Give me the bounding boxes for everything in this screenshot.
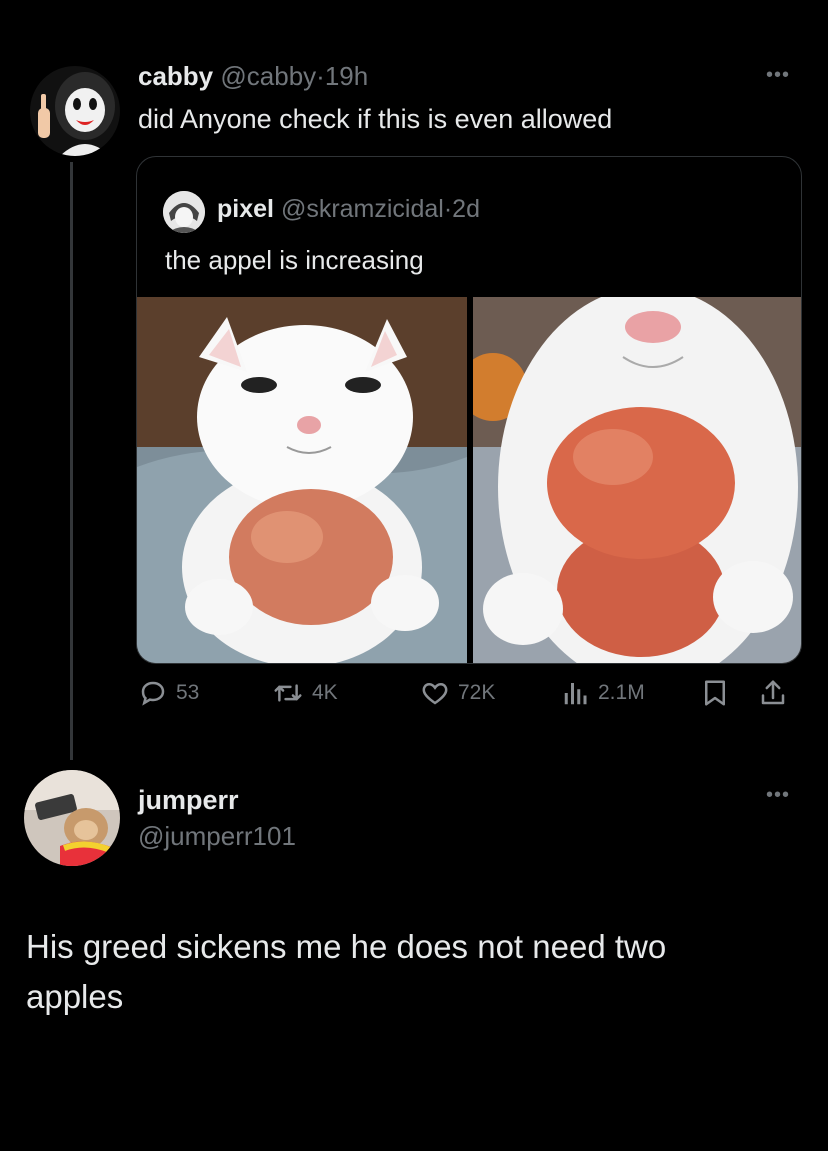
quoted-tweet-media: [137, 297, 801, 663]
reply-tweet-header: cabby @cabby·19h: [138, 60, 368, 92]
avatar-pixel[interactable]: [163, 191, 205, 233]
views-button[interactable]: 2.1M: [562, 678, 645, 708]
meta-separator: ·: [316, 61, 325, 91]
share-button[interactable]: [758, 678, 788, 708]
reply-tweet-text: did Anyone check if this is even allowed: [138, 104, 613, 134]
tweet-timestamp[interactable]: 19h: [325, 61, 368, 91]
tweet-action-bar: 53 4K 72K 2.1M: [136, 678, 806, 718]
repost-count: 4K: [312, 681, 338, 704]
next-tweet-display-name[interactable]: jumperr: [138, 784, 239, 816]
share-icon: [758, 678, 788, 708]
quoted-tweet-text: the appel is increasing: [165, 245, 424, 275]
like-button[interactable]: 72K: [420, 678, 495, 708]
cat-with-apple-photo-2[interactable]: [473, 297, 801, 663]
author-handle[interactable]: @cabby: [220, 61, 316, 91]
views-icon: [562, 678, 590, 708]
cat-with-apple-photo-1[interactable]: [137, 297, 467, 663]
reply-count: 53: [176, 681, 200, 704]
quoted-author-handle[interactable]: @skramzicidal: [281, 195, 444, 223]
quoted-tweet-header: pixel @skramzicidal·2d: [217, 193, 480, 225]
reply-button[interactable]: 53: [138, 678, 199, 708]
more-horizontal-icon[interactable]: •••: [766, 784, 790, 807]
next-tweet-text: His greed sickens me he does not need tw…: [26, 928, 667, 1015]
more-horizontal-icon[interactable]: •••: [766, 64, 790, 87]
next-tweet-handle[interactable]: @jumperr101: [138, 820, 296, 852]
avatar-jumperr[interactable]: [24, 770, 120, 866]
like-icon: [420, 678, 450, 708]
repost-icon: [272, 678, 304, 708]
author-display-name[interactable]: cabby: [138, 61, 213, 91]
quoted-meta-separator: ·: [443, 195, 453, 223]
quoted-tweet-timestamp[interactable]: 2d: [452, 195, 480, 223]
quoted-author-display-name[interactable]: pixel: [217, 195, 274, 223]
views-count: 2.1M: [598, 681, 645, 704]
repost-button[interactable]: 4K: [272, 678, 338, 708]
thread-connector-line: [70, 162, 73, 760]
avatar-cabby[interactable]: [30, 66, 120, 156]
bookmark-button[interactable]: [702, 678, 728, 708]
quoted-tweet-card[interactable]: pixel @skramzicidal·2d the appel is incr…: [136, 156, 802, 664]
reply-icon: [138, 678, 168, 708]
like-count: 72K: [458, 681, 496, 704]
bookmark-icon: [702, 678, 728, 708]
